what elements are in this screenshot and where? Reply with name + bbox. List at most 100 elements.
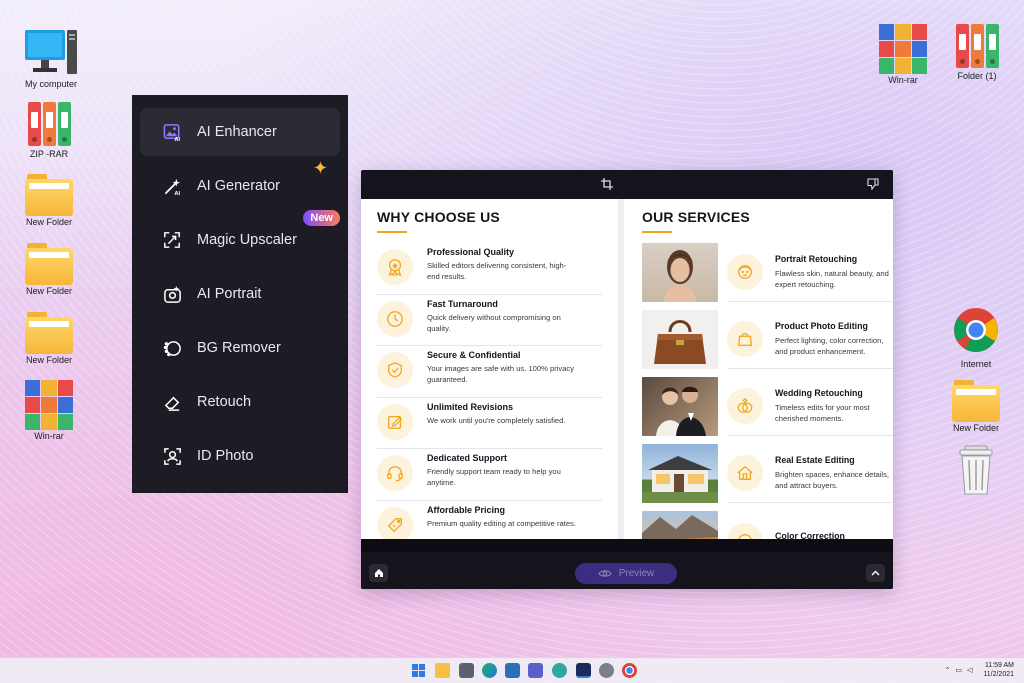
bg-remover-icon bbox=[162, 338, 182, 358]
svg-text:AI: AI bbox=[174, 191, 180, 196]
clock[interactable]: 11:59 AM 11/2/2021 bbox=[983, 661, 1014, 679]
woman-portrait-photo bbox=[642, 243, 718, 302]
volume-icon[interactable]: ◁ bbox=[967, 666, 972, 674]
desktop-icon-new-folder-right[interactable]: New Folder bbox=[941, 376, 1011, 433]
chrome-icon bbox=[954, 308, 998, 352]
desktop-icon-label: Internet bbox=[960, 359, 992, 369]
winrar-icon bbox=[25, 380, 73, 430]
why-item: Affordable Pricing Premium quality editin… bbox=[377, 501, 602, 539]
why-item-desc: We work until you're completely satisfie… bbox=[427, 415, 566, 425]
menu-item-label: AI Portrait bbox=[197, 286, 262, 302]
menu-item-retouch[interactable]: Retouch bbox=[140, 378, 340, 426]
desktop-icon-label: Win-rar bbox=[34, 431, 64, 441]
desktop-icon-zip-rar[interactable]: ZIP -RAR bbox=[14, 100, 84, 159]
preview-bottom-bar: Preview bbox=[361, 539, 893, 589]
service-row: Wedding Retouching Timeless edits for you… bbox=[642, 377, 893, 444]
folder-icon bbox=[952, 380, 1000, 422]
menu-item-id-photo[interactable]: ID Photo bbox=[140, 432, 340, 480]
system-tray: ⌃ ▭ ◁ 11:59 AM 11/2/2021 bbox=[944, 661, 1014, 679]
desktop-icon-new-folder-3[interactable]: New Folder bbox=[14, 308, 84, 365]
chevron-up-icon bbox=[871, 570, 880, 576]
desktop-icon-label: New Folder bbox=[25, 286, 72, 296]
desktop-icon-label: New Folder bbox=[25, 217, 72, 227]
network-icon[interactable]: ▭ bbox=[955, 666, 962, 674]
ai-enhancer-icon: AI bbox=[162, 122, 182, 142]
chevron-up-tray-icon[interactable]: ⌃ bbox=[944, 666, 950, 674]
clock-time: 11:59 AM bbox=[984, 662, 1014, 669]
desktop-icon-label: Win-rar bbox=[888, 75, 918, 85]
edit-icon bbox=[377, 403, 413, 440]
desktop-icon-label: Folder (1) bbox=[957, 71, 997, 81]
desktop-icon-new-folder-1[interactable]: New Folder bbox=[14, 170, 84, 227]
service-title: Real Estate Editing bbox=[775, 455, 855, 465]
sparkle-icon: ✦ bbox=[312, 158, 328, 178]
menu-item-magic-upscaler[interactable]: Magic Upscaler New bbox=[140, 210, 340, 264]
menu-item-label: AI Generator bbox=[197, 178, 281, 194]
desktop-icon-recycle-bin[interactable] bbox=[941, 444, 1011, 496]
menu-item-ai-portrait[interactable]: AI Portrait bbox=[140, 270, 340, 318]
desktop-icon-folder-1[interactable]: Folder (1) bbox=[942, 22, 1012, 81]
preview-button[interactable]: Preview bbox=[575, 563, 677, 584]
menu-item-bg-remover[interactable]: BG Remover bbox=[140, 324, 340, 372]
upscale-icon bbox=[162, 230, 182, 250]
bag-icon bbox=[727, 321, 763, 357]
desktop-icon-my-computer[interactable]: My computer bbox=[16, 26, 86, 89]
desktop-icon-new-folder-2[interactable]: New Folder bbox=[14, 239, 84, 296]
handbag-photo bbox=[642, 310, 718, 369]
chrome-taskbar-icon[interactable] bbox=[622, 663, 637, 678]
clock-icon bbox=[377, 300, 413, 337]
file-explorer-icon[interactable] bbox=[435, 663, 450, 678]
camera-icon[interactable] bbox=[459, 663, 474, 678]
preview-window: WHY CHOOSE US Professional Quality Skille… bbox=[361, 170, 893, 589]
award-icon bbox=[377, 249, 413, 285]
maps-icon[interactable] bbox=[552, 663, 567, 678]
why-item-title: Unlimited Revisions bbox=[427, 401, 514, 412]
our-services-section: OUR SERVICES Portrait Retouching Flawless… bbox=[624, 199, 893, 539]
service-row: Real Estate Editing Brighten spaces, enha… bbox=[642, 444, 893, 511]
crop-icon[interactable] bbox=[601, 178, 613, 190]
desktop-icon-label: My computer bbox=[24, 79, 77, 89]
service-row: Color Correction bbox=[642, 511, 893, 539]
why-item: Unlimited Revisions We work until you're … bbox=[377, 398, 603, 449]
menu-item-ai-enhancer[interactable]: AI AI Enhancer bbox=[140, 108, 340, 156]
teams-icon[interactable] bbox=[528, 663, 543, 678]
why-item-desc: Quick delivery without compromising on q… bbox=[427, 312, 561, 333]
desktop-icon-label: ZIP -RAR bbox=[29, 149, 69, 159]
desktop-icon-winrar-right[interactable]: Win-rar bbox=[868, 22, 938, 85]
thumbs-down-icon[interactable] bbox=[867, 178, 879, 190]
menu-item-label: ID Photo bbox=[197, 448, 254, 464]
app-icon[interactable] bbox=[576, 663, 591, 678]
scroll-up-button[interactable] bbox=[866, 564, 885, 582]
why-item-title: Dedicated Support bbox=[427, 453, 508, 463]
desktop-icon-internet[interactable]: Internet bbox=[941, 306, 1011, 369]
service-desc: Flawless skin, natural beauty, and exper… bbox=[775, 269, 889, 289]
why-item-title: Professional Quality bbox=[427, 247, 515, 257]
windows-start-icon[interactable] bbox=[411, 663, 426, 678]
desktop-icon-winrar-left[interactable]: Win-rar bbox=[14, 378, 84, 441]
accent-underline bbox=[642, 231, 672, 233]
wedding-couple-photo bbox=[642, 377, 718, 436]
rings-icon bbox=[727, 388, 763, 424]
preview-button-label: Preview bbox=[618, 568, 655, 579]
why-item-desc: Your images are safe with us. 100% priva… bbox=[427, 364, 575, 384]
edge-icon[interactable] bbox=[482, 663, 497, 678]
menu-item-ai-generator[interactable]: AI AI Generator ✦ bbox=[140, 158, 340, 210]
store-icon[interactable] bbox=[505, 663, 520, 678]
why-item-title: Affordable Pricing bbox=[427, 504, 506, 515]
why-item-title: Fast Turnaround bbox=[427, 298, 498, 309]
desktop-icon-label: New Folder bbox=[25, 355, 72, 365]
our-services-title: OUR SERVICES bbox=[642, 209, 750, 225]
home-icon bbox=[374, 569, 383, 577]
folder-icon bbox=[25, 243, 73, 285]
menu-item-label: AI Enhancer bbox=[197, 124, 277, 140]
why-item-desc: Friendly support team ready to help you … bbox=[427, 467, 561, 487]
binders-icon bbox=[942, 24, 1012, 70]
recycle-bin-icon bbox=[959, 445, 993, 495]
shield-icon bbox=[377, 352, 413, 388]
headset-icon bbox=[377, 455, 413, 491]
home-button[interactable] bbox=[369, 564, 388, 582]
service-title: Portrait Retouching bbox=[775, 254, 858, 264]
settings-icon[interactable] bbox=[599, 663, 614, 678]
face-icon bbox=[727, 254, 763, 290]
service-row: Portrait Retouching Flawless skin, natura… bbox=[642, 243, 893, 310]
